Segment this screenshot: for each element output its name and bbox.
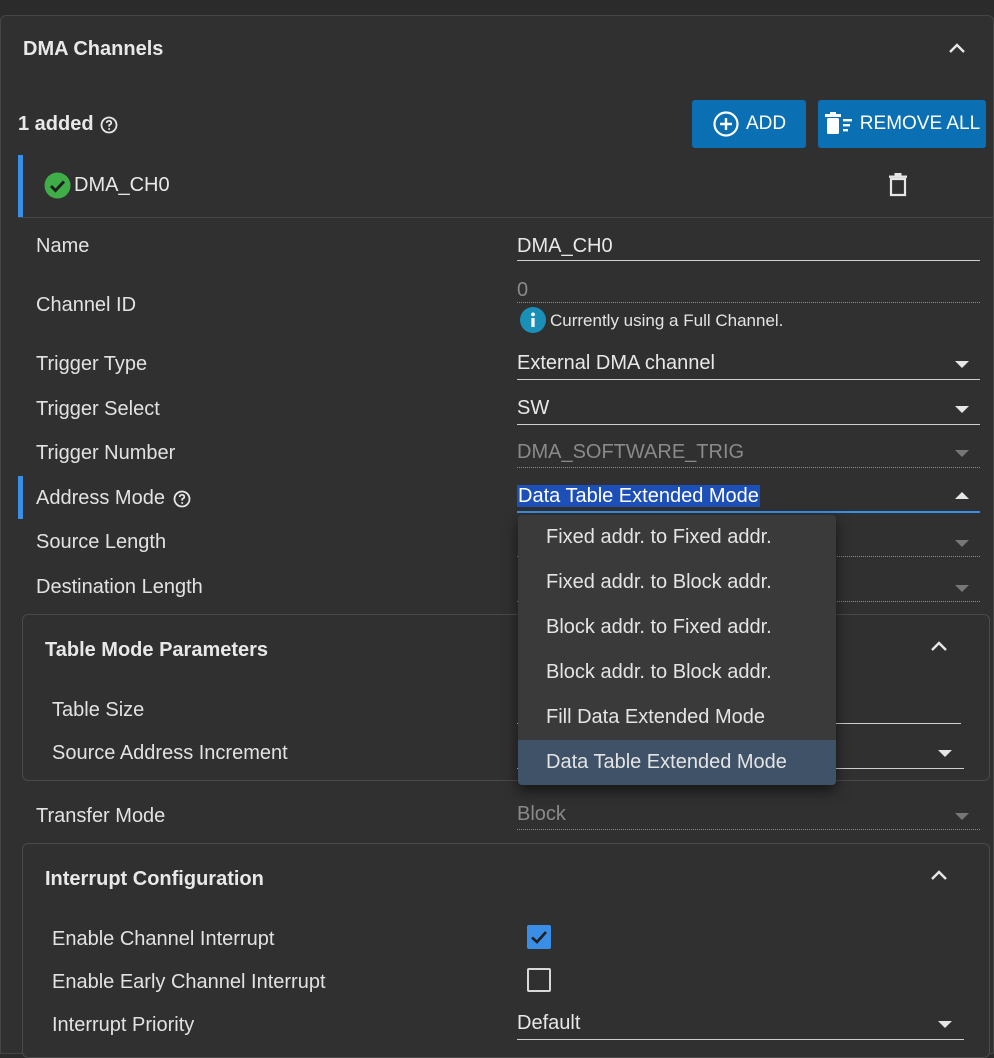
- table-mode-title: Table Mode Parameters: [45, 639, 269, 661]
- menu-item[interactable]: Fixed addr. to Block addr.: [518, 560, 836, 605]
- menu-item[interactable]: Fixed addr. to Fixed addr.: [518, 515, 836, 560]
- trigger-type-select[interactable]: External DMA channel: [517, 352, 715, 375]
- menu-item-selected[interactable]: Data Table Extended Mode: [518, 740, 836, 785]
- dropdown-arrow-up-icon[interactable]: [955, 492, 969, 499]
- dropdown-arrow-icon[interactable]: [955, 361, 969, 368]
- transfer-mode-label: Transfer Mode: [36, 805, 166, 827]
- trigger-type-label: Trigger Type: [36, 353, 148, 375]
- source-length-label: Source Length: [36, 531, 167, 553]
- trigger-select-select[interactable]: SW: [517, 397, 549, 420]
- dropdown-arrow-icon[interactable]: [955, 406, 969, 413]
- dropdown-arrow-icon: [955, 540, 969, 547]
- transfer-mode-underline: [517, 829, 980, 830]
- address-mode-menu: Fixed addr. to Fixed addr. Fixed addr. t…: [518, 515, 836, 785]
- collapse-table-mode-button[interactable]: [928, 635, 950, 657]
- dropdown-arrow-icon[interactable]: [938, 1021, 952, 1028]
- interrupt-priority-label: Interrupt Priority: [52, 1014, 195, 1036]
- info-icon: [520, 307, 546, 333]
- delete-sweep-icon: [824, 112, 852, 134]
- added-count: 1 added: [18, 113, 118, 136]
- trigger-type-underline: [517, 379, 980, 380]
- dropdown-arrow-icon: [955, 813, 969, 820]
- interrupt-priority-underline: [517, 1039, 964, 1040]
- name-underline: [517, 260, 980, 261]
- menu-item[interactable]: Block addr. to Fixed addr.: [518, 605, 836, 650]
- interrupt-title: Interrupt Configuration: [45, 868, 264, 890]
- name-input[interactable]: DMA_CH0: [517, 235, 980, 258]
- delete-channel-button[interactable]: [887, 172, 909, 197]
- channel-id-underline: [517, 302, 980, 303]
- chevron-up-icon: [949, 43, 965, 53]
- add-circle-icon: [713, 111, 739, 137]
- trigger-number-label: Trigger Number: [36, 442, 176, 464]
- enable-early-interrupt-label: Enable Early Channel Interrupt: [52, 971, 326, 993]
- address-mode-select[interactable]: Data Table Extended Mode: [517, 485, 760, 508]
- address-mode-value[interactable]: Data Table Extended Mode: [517, 485, 760, 507]
- add-button[interactable]: ADD: [692, 100, 806, 148]
- interrupt-priority-select[interactable]: Default: [517, 1012, 580, 1035]
- dropdown-arrow-icon[interactable]: [938, 750, 952, 757]
- collapse-section-button[interactable]: [946, 37, 968, 59]
- transfer-mode-select: Block: [517, 803, 566, 825]
- chevron-up-icon: [931, 870, 947, 880]
- destination-length-label: Destination Length: [36, 576, 203, 598]
- channel-id-label: Channel ID: [36, 294, 137, 316]
- divider: [18, 217, 994, 218]
- section-title: DMA Channels: [23, 38, 164, 60]
- add-button-label: ADD: [745, 113, 787, 134]
- collapse-interrupt-button[interactable]: [928, 864, 950, 886]
- channel-id-value: 0: [517, 279, 529, 301]
- trigger-number-underline: [517, 467, 980, 468]
- menu-item[interactable]: Fill Data Extended Mode: [518, 695, 836, 740]
- address-mode-underline: [517, 511, 980, 513]
- focus-indicator: [18, 476, 23, 519]
- enable-early-interrupt-checkbox[interactable]: [527, 968, 551, 992]
- check-circle-icon: [44, 172, 71, 199]
- address-mode-label: Address Mode: [36, 487, 165, 509]
- chevron-up-icon: [931, 641, 947, 651]
- trash-icon: [889, 173, 907, 197]
- help-icon[interactable]: [173, 490, 191, 508]
- dropdown-arrow-icon: [955, 450, 969, 457]
- name-label: Name: [36, 235, 90, 257]
- dropdown-arrow-icon: [955, 585, 969, 592]
- trigger-select-underline: [517, 424, 980, 425]
- trigger-select-label: Trigger Select: [36, 398, 160, 420]
- source-increment-label: Source Address Increment: [52, 742, 288, 764]
- table-size-label: Table Size: [52, 699, 145, 721]
- menu-item[interactable]: Block addr. to Block addr.: [518, 650, 836, 695]
- enable-channel-interrupt-checkbox[interactable]: [527, 925, 551, 949]
- enable-channel-interrupt-label: Enable Channel Interrupt: [52, 928, 275, 950]
- remove-all-button[interactable]: REMOVE ALL: [818, 100, 986, 148]
- trigger-number-select: DMA_SOFTWARE_TRIG: [517, 441, 745, 463]
- address-mode-label-group: Address Mode: [36, 487, 191, 510]
- help-icon[interactable]: [100, 116, 118, 134]
- channel-name: DMA_CH0: [74, 174, 170, 196]
- remove-all-button-label: REMOVE ALL: [859, 113, 981, 134]
- added-count-label: 1 added: [18, 113, 94, 135]
- channel-id-info: Currently using a Full Channel.: [550, 311, 784, 330]
- checkmark-icon: [531, 931, 547, 944]
